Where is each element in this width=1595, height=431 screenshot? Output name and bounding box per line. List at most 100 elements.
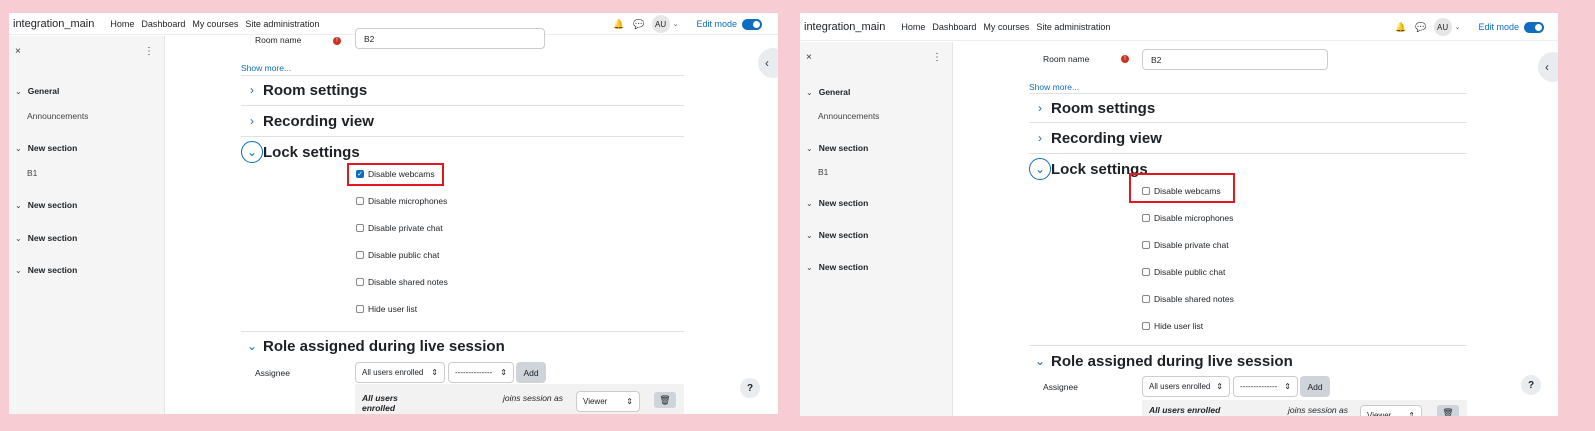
checkbox[interactable] xyxy=(356,224,364,232)
chevron-down-icon: ⌄ xyxy=(806,144,813,153)
avatar[interactable]: AU xyxy=(651,15,670,33)
block-drawer-toggle[interactable]: ‹ xyxy=(1538,52,1558,82)
chat-bubble-icon[interactable]: 💬 xyxy=(632,17,646,31)
checkbox[interactable] xyxy=(1142,268,1150,276)
disable-public-chat-checkbox[interactable]: Disable public chat xyxy=(1142,267,1225,277)
checkbox-label: Hide user list xyxy=(1154,321,1204,331)
drawer-section-new-section[interactable]: ⌄ New section xyxy=(806,262,868,272)
sort-icon: ⇕ xyxy=(626,397,633,406)
chat-bubble-icon[interactable]: 💬 xyxy=(1414,20,1428,34)
checkbox[interactable] xyxy=(1142,241,1150,249)
disable-shared-notes-checkbox[interactable]: Disable shared notes xyxy=(1142,294,1234,304)
add-button[interactable]: Add xyxy=(1300,376,1330,397)
recording-view-header[interactable]: › Recording view xyxy=(1029,127,1162,149)
assignee-select[interactable]: All users enrolled ⇕ xyxy=(355,362,445,383)
participant-role-select[interactable]: Viewer ⇕ xyxy=(1360,405,1422,416)
disable-webcams-checkbox[interactable]: Disable webcams xyxy=(1142,186,1221,196)
checkbox-label: Disable public chat xyxy=(1154,267,1226,277)
drawer-item-b1[interactable]: B1 xyxy=(818,167,828,177)
nav-my-courses[interactable]: My courses xyxy=(192,19,238,29)
drawer-item-announcements[interactable]: Announcements xyxy=(27,111,88,121)
room-settings-header[interactable]: › Room settings xyxy=(241,79,367,101)
drawer-section-new-section[interactable]: ⌄ New section xyxy=(15,143,77,153)
disable-shared-notes-checkbox[interactable]: Disable shared notes xyxy=(356,277,448,287)
disable-private-chat-checkbox[interactable]: Disable private chat xyxy=(1142,240,1229,250)
checkbox[interactable] xyxy=(1142,322,1150,330)
bell-icon[interactable]: 🔔 xyxy=(612,17,626,31)
hide-user-list-checkbox[interactable]: Hide user list xyxy=(1142,321,1203,331)
nav-home[interactable]: Home xyxy=(901,22,925,32)
hide-user-list-checkbox[interactable]: Hide user list xyxy=(356,304,417,314)
help-icon[interactable]: ? xyxy=(1521,375,1541,395)
drawer-section-new-section[interactable]: ⌄ New section xyxy=(15,233,77,243)
checkbox-checked[interactable]: ✓ xyxy=(356,170,364,178)
disable-webcams-checkbox[interactable]: ✓ Disable webcams xyxy=(356,169,435,179)
close-icon[interactable]: × xyxy=(15,46,21,57)
drawer-section-new-section[interactable]: ⌄ New section xyxy=(15,200,77,210)
edit-mode-label: Edit mode xyxy=(696,19,737,29)
chevron-down-icon[interactable]: ⌄ xyxy=(1455,23,1461,31)
lock-settings-header[interactable]: ⌄ Lock settings xyxy=(241,141,360,163)
room-settings-header[interactable]: › Room settings xyxy=(1029,97,1155,119)
drawer-section-new-section[interactable]: ⌄ New section xyxy=(806,230,868,240)
disable-public-chat-checkbox[interactable]: Disable public chat xyxy=(356,250,439,260)
disable-microphones-checkbox[interactable]: Disable microphones xyxy=(1142,213,1233,223)
show-more-link[interactable]: Show more... xyxy=(1029,82,1079,92)
checkbox[interactable] xyxy=(356,278,364,286)
add-button[interactable]: Add xyxy=(516,362,546,383)
edit-mode-toggle[interactable] xyxy=(742,18,762,30)
role-assigned-header[interactable]: ⌄ Role assigned during live session xyxy=(241,335,505,357)
recording-view-header[interactable]: › Recording view xyxy=(241,110,374,132)
show-more-link[interactable]: Show more... xyxy=(241,63,291,73)
site-brand[interactable]: integration_main xyxy=(13,18,94,30)
role-assigned-header[interactable]: ⌄ Role assigned during live session xyxy=(1029,350,1293,372)
drawer-section-general[interactable]: ⌄ General xyxy=(806,87,850,97)
chevron-down-icon: ⌄ xyxy=(15,266,22,275)
more-options-icon[interactable]: ⋮ xyxy=(144,46,154,57)
disable-microphones-checkbox[interactable]: Disable microphones xyxy=(356,196,447,206)
nav-dashboard[interactable]: Dashboard xyxy=(932,22,976,32)
drawer-section-new-section[interactable]: ⌄ New section xyxy=(806,198,868,208)
drawer-section-new-section[interactable]: ⌄ New section xyxy=(15,265,77,275)
nav-home[interactable]: Home xyxy=(110,19,134,29)
drawer-section-new-section[interactable]: ⌄ New section xyxy=(806,143,868,153)
drawer-item-b1[interactable]: B1 xyxy=(27,168,37,178)
role-select[interactable]: -------------- ⇕ xyxy=(1233,376,1298,397)
sort-icon: ⇕ xyxy=(500,368,507,377)
chevron-down-icon[interactable]: ⌄ xyxy=(673,20,679,28)
checkbox[interactable] xyxy=(356,305,364,313)
drawer-section-general[interactable]: ⌄ General xyxy=(15,86,59,96)
checkbox[interactable] xyxy=(356,197,364,205)
more-options-icon[interactable]: ⋮ xyxy=(932,52,942,63)
nav-my-courses[interactable]: My courses xyxy=(983,22,1029,32)
room-name-input[interactable]: B2 xyxy=(1142,49,1328,70)
nav-dashboard[interactable]: Dashboard xyxy=(141,19,185,29)
course-index-drawer: × ⋮ ⌄ General Announcements ⌄ New section … xyxy=(800,42,953,416)
avatar[interactable]: AU xyxy=(1433,18,1452,36)
room-name-input[interactable]: B2 xyxy=(355,28,545,49)
drawer-item-announcements[interactable]: Announcements xyxy=(818,111,879,121)
checkbox[interactable] xyxy=(356,251,364,259)
nav-site-administration[interactable]: Site administration xyxy=(1036,22,1110,32)
close-icon[interactable]: × xyxy=(806,52,812,63)
nav-site-administration[interactable]: Site administration xyxy=(245,19,319,29)
disable-private-chat-checkbox[interactable]: Disable private chat xyxy=(356,223,443,233)
bell-icon[interactable]: 🔔 xyxy=(1394,20,1408,34)
block-drawer-toggle[interactable]: ‹ xyxy=(758,48,778,78)
room-name-label: Room name xyxy=(255,35,302,45)
drawer-section-label: New section xyxy=(818,143,869,153)
help-icon[interactable]: ? xyxy=(740,378,760,398)
assignee-select[interactable]: All users enrolled ⇕ xyxy=(1142,376,1230,397)
divider xyxy=(1029,345,1467,346)
edit-mode-toggle[interactable] xyxy=(1524,21,1544,33)
checkbox[interactable] xyxy=(1142,187,1150,195)
trash-icon[interactable]: 🗑 xyxy=(654,392,676,408)
trash-icon[interactable]: 🗑 xyxy=(1437,405,1459,416)
role-select[interactable]: -------------- ⇕ xyxy=(448,362,514,383)
checkbox[interactable] xyxy=(1142,214,1150,222)
checkbox[interactable] xyxy=(1142,295,1150,303)
participant-role-select[interactable]: Viewer ⇕ xyxy=(576,391,640,412)
chevron-right-icon: › xyxy=(1038,101,1042,115)
site-brand[interactable]: integration_main xyxy=(804,21,885,33)
right-screenshot: integration_main Home Dashboard My cours… xyxy=(800,13,1558,416)
